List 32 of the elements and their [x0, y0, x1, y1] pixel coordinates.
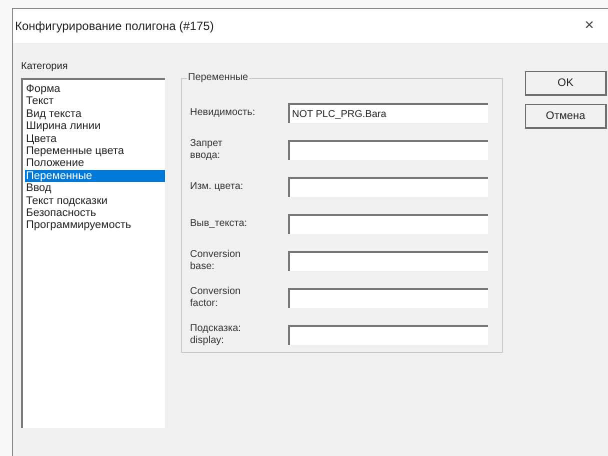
input-field[interactable]	[288, 177, 488, 197]
input-field[interactable]	[288, 325, 488, 345]
category-item[interactable]: Цвета	[25, 132, 165, 146]
category-item[interactable]: Текст	[25, 95, 165, 108]
group-title: Переменные	[187, 71, 250, 84]
dialog-button[interactable]: Отмена	[525, 104, 607, 129]
category-item[interactable]: Вид текста	[25, 108, 165, 120]
category-item[interactable]: Программируемость	[25, 219, 165, 232]
close-button[interactable]: ×	[584, 18, 600, 34]
field-label: Conversion base:	[190, 249, 242, 273]
field-label: Подсказка: display:	[190, 323, 242, 347]
dialog-button[interactable]: OK	[525, 71, 607, 96]
input-field[interactable]: NOT PLC_PRG.Bara	[288, 103, 488, 123]
field-label: Изм. цвета:	[190, 181, 244, 193]
category-item[interactable]: Ширина линии	[25, 120, 165, 133]
category-label: Категория	[21, 60, 69, 74]
category-item[interactable]: Текст подсказки	[25, 194, 165, 208]
field-label: Невидимость:	[190, 107, 252, 119]
input-field[interactable]	[288, 251, 488, 271]
category-item[interactable]: Форма	[25, 83, 165, 96]
input-field[interactable]	[288, 288, 488, 308]
input-field[interactable]	[288, 214, 488, 234]
category-item[interactable]: Ввод	[25, 182, 165, 195]
field-label: Conversion factor:	[190, 286, 242, 310]
category-item[interactable]: Переменные	[25, 170, 165, 182]
input-field[interactable]	[288, 140, 488, 160]
category-item[interactable]: Безопасность	[25, 207, 165, 220]
category-item[interactable]: Переменные цвета	[25, 145, 165, 158]
window-title: Конфигурирование полигона (#175)	[15, 18, 214, 35]
field-label: Выв_текста:	[190, 218, 248, 230]
field-label: Запрет ввода:	[190, 138, 224, 162]
category-item[interactable]: Положение	[25, 157, 165, 170]
